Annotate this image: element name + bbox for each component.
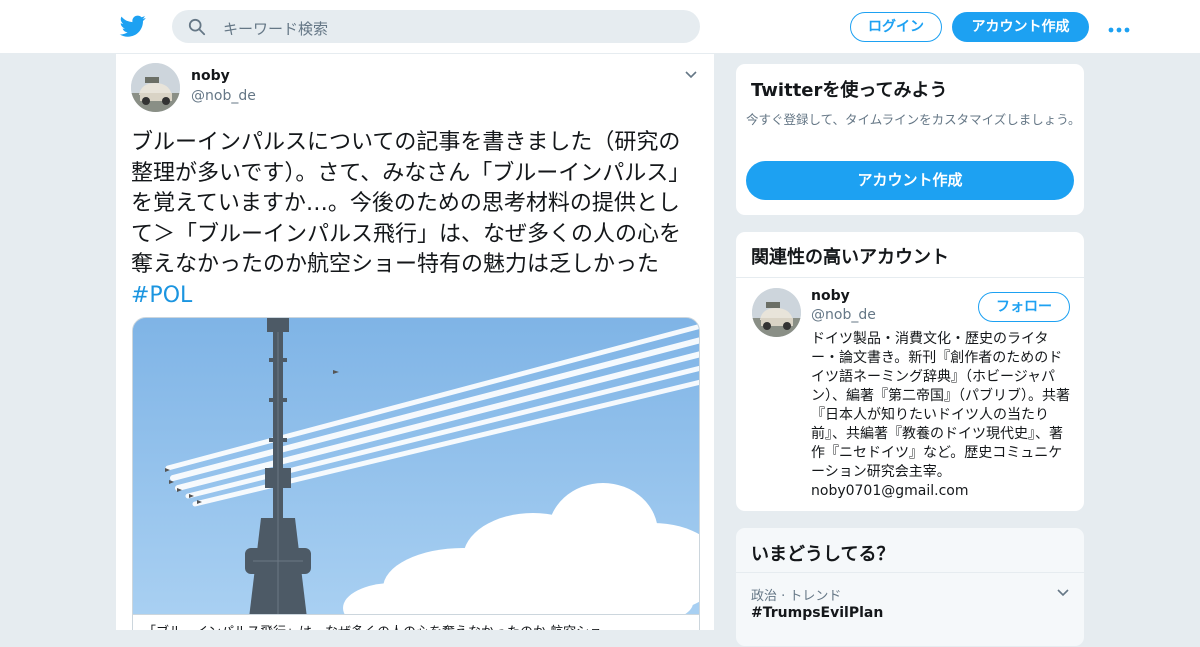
divider	[736, 277, 1084, 278]
related-title: 関連性の高いアカウント	[751, 247, 949, 268]
trends-title: いまどうしてる？	[751, 544, 895, 565]
search-placeholder: キーワード検索	[223, 20, 329, 38]
chevron-down-icon[interactable]	[684, 70, 698, 80]
related-account-bio: ドイツ製品・消費文化・歴史のライター・論文書き。新刊『創作者のためのドイツ語ネー…	[811, 331, 1070, 499]
tweet-panel: noby @nob_de ブルーインパルスについての記事を書きました（研究の整理…	[115, 54, 715, 630]
login-button[interactable]: ログイン	[850, 12, 942, 42]
card-image	[133, 318, 699, 618]
search-icon	[188, 18, 206, 36]
avatar-image	[131, 63, 180, 112]
tweet-text: ブルーインパルスについての記事を書きました（研究の整理が多いです）。さて、みなさ…	[131, 128, 701, 311]
hashtag-link[interactable]: #POL	[131, 283, 192, 308]
avatar[interactable]	[752, 288, 801, 337]
top-navigation-bar: キーワード検索 ログイン アカウント作成	[0, 0, 1200, 54]
more-dots-icon[interactable]	[1107, 22, 1131, 38]
related-accounts-module: 関連性の高いアカウント noby @nob_de フォロー ドイツ製品・消費文化…	[735, 231, 1085, 512]
follow-button[interactable]: フォロー	[978, 292, 1070, 322]
signup-description: 今すぐ登録して、タイムラインをカスタマイズしましょう。	[746, 112, 1081, 127]
tweet-author-name[interactable]: noby	[191, 68, 230, 84]
chevron-down-icon[interactable]	[1056, 588, 1070, 598]
avatar[interactable]	[131, 63, 180, 112]
tweet-author-handle[interactable]: @nob_de	[191, 88, 256, 104]
signup-title: Twitterを使ってみよう	[751, 80, 948, 101]
card-caption[interactable]: 「ブルーインパルス飛行」は、なぜ多くの人の心を奪えなかったのか 航空ショー	[133, 614, 699, 630]
tweet-body: ブルーインパルスについての記事を書きました（研究の整理が多いです）。さて、みなさ…	[131, 130, 691, 277]
trends-module: いまどうしてる？ 政治 · トレンド #TrumpsEvilPlan	[735, 527, 1085, 647]
avatar-image	[752, 288, 801, 337]
related-account-name[interactable]: noby	[811, 288, 850, 304]
trend-item[interactable]: #TrumpsEvilPlan	[751, 605, 883, 621]
create-account-button[interactable]: アカウント作成	[746, 161, 1074, 200]
link-card[interactable]: 「ブルーインパルス飛行」は、なぜ多くの人の心を奪えなかったのか 航空ショー	[132, 317, 700, 630]
twitter-bird-icon[interactable]	[119, 13, 147, 39]
signup-button[interactable]: アカウント作成	[952, 12, 1089, 42]
trend-meta: 政治 · トレンド	[751, 589, 842, 604]
search-input[interactable]: キーワード検索	[172, 10, 700, 43]
divider	[736, 572, 1084, 573]
related-account-handle[interactable]: @nob_de	[811, 307, 876, 323]
signup-module: Twitterを使ってみよう 今すぐ登録して、タイムラインをカスタマイズしましょ…	[735, 63, 1085, 216]
